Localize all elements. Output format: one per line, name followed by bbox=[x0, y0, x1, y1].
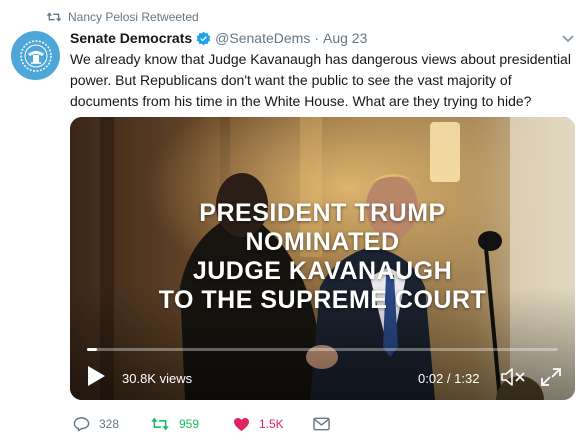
video-progress-bar[interactable] bbox=[87, 348, 558, 351]
heart-icon bbox=[234, 417, 249, 431]
direct-message-button[interactable] bbox=[313, 414, 339, 434]
avatar[interactable] bbox=[11, 31, 60, 80]
like-button[interactable]: 1.5K bbox=[233, 414, 284, 434]
caption-line: TO THE SUPREME COURT bbox=[158, 286, 487, 314]
reply-count: 328 bbox=[99, 417, 120, 431]
reply-button[interactable]: 328 bbox=[73, 414, 119, 434]
video-time: 0:02 / 1:32 bbox=[418, 371, 480, 386]
video-player[interactable]: PRESIDENT TRUMP NOMINATED JUDGE KAVANAUG… bbox=[70, 117, 575, 400]
fullscreen-icon[interactable] bbox=[540, 367, 562, 387]
retweet-context-text: Nancy Pelosi Retweeted bbox=[68, 10, 199, 24]
author-handle[interactable]: @SenateDems bbox=[215, 30, 310, 46]
verified-badge-icon bbox=[196, 31, 211, 45]
caption-line: NOMINATED bbox=[245, 228, 400, 256]
retweet-context[interactable]: Nancy Pelosi Retweeted bbox=[46, 8, 199, 26]
header-separator: · bbox=[314, 30, 319, 46]
retweet-icon bbox=[46, 12, 62, 22]
volume-muted-icon[interactable] bbox=[500, 366, 528, 388]
caption-line: JUDGE KAVANAUGH bbox=[192, 257, 453, 285]
caption-line: PRESIDENT TRUMP bbox=[199, 199, 446, 227]
reply-icon bbox=[73, 417, 90, 432]
envelope-icon bbox=[313, 417, 330, 431]
tweet-actions: 328 959 1.5K bbox=[70, 414, 575, 434]
tweet-header: Senate Democrats @SenateDems · Aug 23 bbox=[70, 29, 367, 47]
tweet-text: We already know that Judge Kavanaugh has… bbox=[70, 51, 571, 109]
retweet-icon bbox=[151, 417, 169, 431]
video-progress-fill bbox=[87, 348, 98, 351]
play-icon[interactable] bbox=[86, 365, 106, 387]
tweet-date[interactable]: Aug 23 bbox=[323, 30, 367, 46]
retweet-button[interactable]: 959 bbox=[150, 414, 199, 434]
author-name[interactable]: Senate Democrats bbox=[70, 30, 192, 46]
video-caption: PRESIDENT TRUMP NOMINATED JUDGE KAVANAUG… bbox=[70, 199, 575, 315]
chevron-down-icon[interactable] bbox=[561, 34, 575, 44]
video-views: 30.8K views bbox=[122, 371, 193, 386]
senate-seal-icon bbox=[19, 39, 52, 72]
retweet-count: 959 bbox=[179, 417, 200, 431]
like-count: 1.5K bbox=[259, 417, 284, 431]
